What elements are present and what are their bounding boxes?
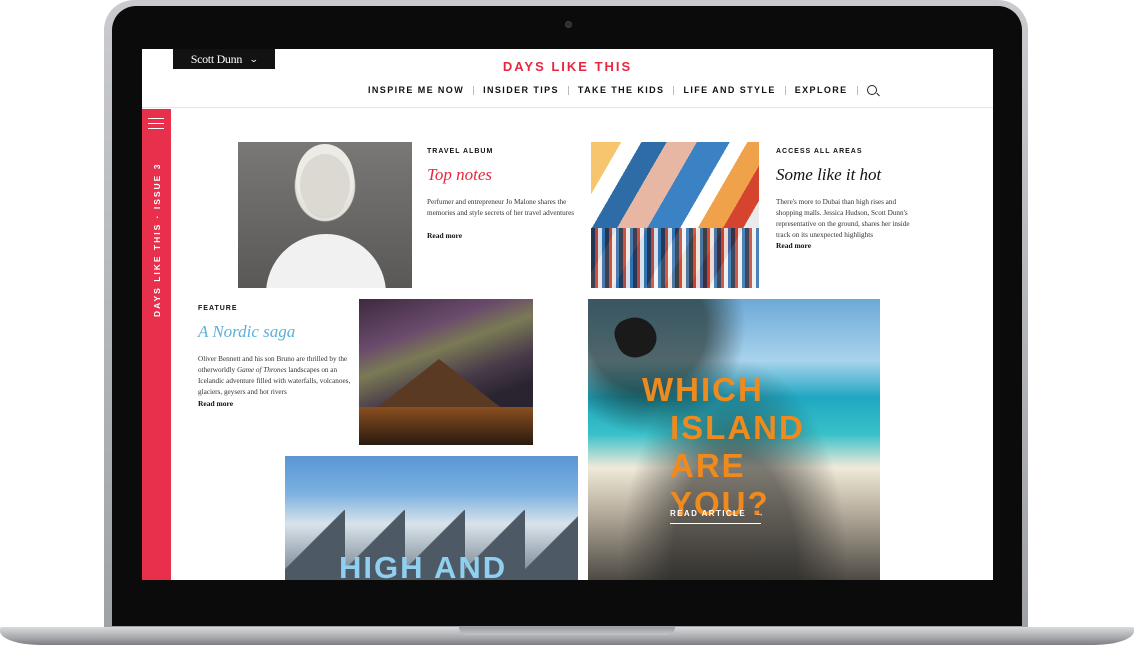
article-summary: Perfumer and entrepreneur Jo Malone shar… [427,198,575,217]
read-more-link[interactable]: Read more [198,399,233,408]
summary-italic: Game of Thrones [236,366,287,374]
search-icon[interactable] [866,85,877,95]
portrait-face [300,154,350,216]
article-headline[interactable]: A Nordic saga [198,322,295,342]
title-line: WHICH [642,371,764,408]
read-article-button[interactable]: READ ARTICLE → [670,509,766,524]
website-screen: Scott Dunn ⌄ DAYS LIKE THIS INSPIRE ME N… [142,49,993,580]
article-summary: Oliver Bennett and his son Bruno are thr… [198,354,354,398]
mountain-feature-title: HIGH AND [339,550,508,580]
article-summary: There's more to Dubai than high rises an… [776,198,910,239]
mountain-feature-card[interactable]: HIGH AND [285,456,578,580]
article-kicker: TRAVEL ALBUM [427,148,494,155]
camera-icon [565,21,572,28]
article-kicker: FEATURE [198,305,238,312]
dubai-painting[interactable] [591,142,759,288]
ground-shape [359,407,533,445]
article-headline[interactable]: Top notes [427,165,492,185]
read-more-link[interactable]: Read more [776,241,811,250]
nav-item-inspire[interactable]: INSPIRE ME NOW [359,85,473,95]
jo-malone-portrait[interactable] [238,142,412,288]
island-feature-card[interactable]: WHICH ISLAND ARE YOU? READ ARTICLE → [588,299,880,580]
nav-item-life-and-style[interactable]: LIFE AND STYLE [674,85,784,95]
article-kicker: ACCESS ALL AREAS [776,148,863,155]
header-divider [142,107,993,108]
mountain-shape [369,359,509,414]
hamburger-icon[interactable] [148,118,164,133]
nav-item-explore[interactable]: EXPLORE [786,85,857,95]
nav-item-take-the-kids[interactable]: TAKE THE KIDS [569,85,674,95]
read-article-label: READ ARTICLE [670,509,747,518]
laptop-notch [459,627,675,635]
cta-underline [670,523,761,524]
nav-divider [856,85,858,95]
painting-crowd [591,228,759,288]
island-feature-title: WHICH ISLAND ARE YOU? [642,371,880,523]
iceland-aurora-image[interactable] [359,299,533,445]
issue-sidebar: DAYS LIKE THIS · ISSUE 3 [142,109,171,580]
nav-item-insider-tips[interactable]: INSIDER TIPS [474,85,568,95]
read-more-link[interactable]: Read more [427,231,462,240]
main-nav: INSPIRE ME NOW INSIDER TIPS TAKE THE KID… [359,85,877,95]
arrow-right-icon: → [755,509,766,518]
site-title[interactable]: DAYS LIKE THIS [142,59,993,74]
article-headline[interactable]: Some like it hot [776,165,881,185]
title-line: ISLAND ARE [670,409,805,484]
portrait-shirt [266,234,386,288]
issue-label: DAYS LIKE THIS · ISSUE 3 [152,162,162,317]
